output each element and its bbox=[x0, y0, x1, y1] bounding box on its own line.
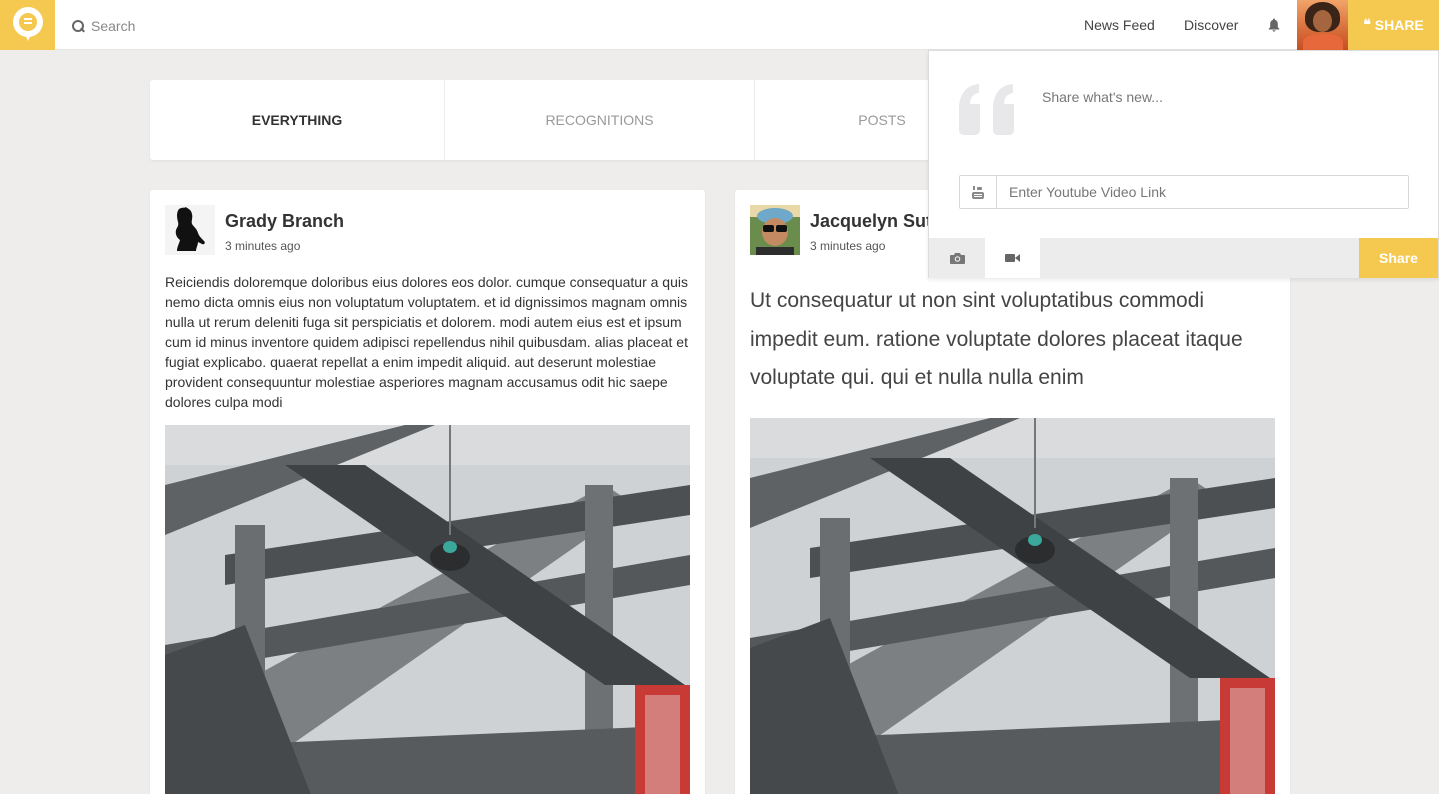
share-panel-footer: Share bbox=[929, 238, 1438, 278]
post-card: Grady Branch 3 minutes ago Reiciendis do… bbox=[150, 190, 705, 794]
top-bar: News Feed Discover ❝ SHARE bbox=[0, 0, 1439, 50]
post-image[interactable] bbox=[750, 418, 1275, 794]
quote-icon bbox=[959, 84, 1014, 135]
author-avatar[interactable] bbox=[165, 205, 215, 255]
add-video-button[interactable] bbox=[985, 238, 1040, 278]
video-camera-icon bbox=[1005, 254, 1020, 262]
author-avatar[interactable] bbox=[750, 205, 800, 255]
search-box bbox=[72, 17, 291, 35]
bell-icon[interactable] bbox=[1268, 18, 1280, 32]
share-button-label: SHARE bbox=[1374, 17, 1424, 33]
share-button[interactable]: ❝ SHARE bbox=[1348, 0, 1439, 50]
logo[interactable] bbox=[0, 0, 55, 50]
post-image[interactable] bbox=[165, 425, 690, 794]
tab-recognitions[interactable]: RECOGNITIONS bbox=[445, 80, 755, 160]
post-card: Jacquelyn Sutt 3 minutes ago Ut consequa… bbox=[735, 190, 1290, 794]
nav-discover[interactable]: Discover bbox=[1184, 17, 1238, 33]
share-panel: Share bbox=[928, 50, 1439, 278]
author-name[interactable]: Jacquelyn Sutt bbox=[810, 211, 938, 232]
youtube-icon bbox=[960, 176, 997, 208]
user-avatar[interactable] bbox=[1297, 0, 1348, 50]
add-photo-button[interactable] bbox=[929, 238, 985, 278]
youtube-link-input[interactable] bbox=[997, 176, 1408, 208]
post-time: 3 minutes ago bbox=[810, 239, 886, 253]
post-text: Reiciendis doloremque doloribus eius dol… bbox=[165, 274, 688, 410]
search-input[interactable] bbox=[91, 18, 291, 34]
camera-icon bbox=[949, 253, 965, 264]
post-text: Ut consequatur ut non sint voluptatibus … bbox=[750, 289, 1243, 389]
quote-icon: ❝ bbox=[1363, 17, 1371, 33]
search-icon bbox=[72, 19, 85, 33]
share-text-input[interactable] bbox=[1042, 89, 1412, 149]
share-submit-button[interactable]: Share bbox=[1359, 238, 1438, 278]
tab-everything[interactable]: EVERYTHING bbox=[150, 80, 445, 160]
post-time: 3 minutes ago bbox=[225, 239, 301, 253]
author-name[interactable]: Grady Branch bbox=[225, 211, 344, 232]
youtube-link-field bbox=[959, 175, 1409, 209]
nav-news-feed[interactable]: News Feed bbox=[1084, 17, 1155, 33]
chat-bubble-logo-icon bbox=[13, 7, 43, 41]
